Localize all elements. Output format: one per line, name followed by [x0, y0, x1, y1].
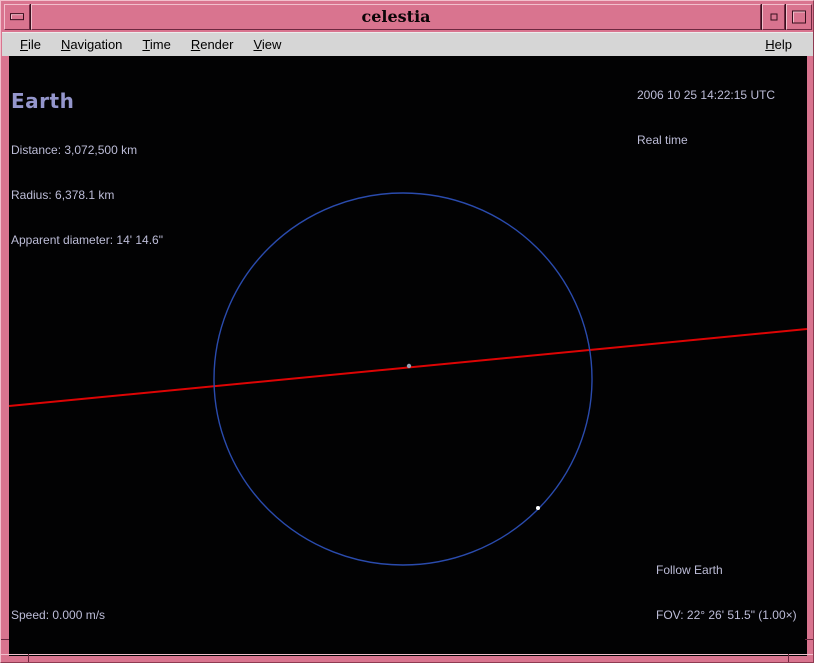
maximize-icon — [792, 11, 806, 24]
earth-marker[interactable] — [407, 364, 411, 368]
resize-handle-left[interactable] — [1, 56, 9, 656]
menu-view[interactable]: View — [243, 35, 291, 54]
menu-render[interactable]: Render — [181, 35, 244, 54]
fov-readout: FOV: 22° 26' 51.5" (1.00×) — [656, 608, 797, 623]
selection-radius: Radius: 6,378.1 km — [11, 188, 163, 203]
titlebar-row: celestia — [4, 4, 812, 30]
frame-notch — [805, 639, 813, 640]
titlebar[interactable]: celestia — [31, 4, 761, 30]
frame-notch — [28, 654, 29, 662]
speed-readout: Speed: 0.000 m/s — [11, 578, 105, 653]
iconify-icon — [770, 14, 777, 21]
selection-info: Earth Distance: 3,072,500 km Radius: 6,3… — [11, 59, 163, 278]
frame-notch — [788, 654, 789, 662]
menu-navigation[interactable]: Navigation — [51, 35, 132, 54]
selection-apparent-diameter: Apparent diameter: 14' 14.6" — [11, 233, 163, 248]
menu-help[interactable]: Help — [755, 35, 802, 54]
resize-handle-bottom[interactable] — [1, 654, 814, 662]
follow-status: Follow Earth — [656, 563, 797, 578]
frame-notch — [1, 639, 9, 640]
time-mode: Real time — [637, 133, 775, 148]
menu-file[interactable]: File — [10, 35, 51, 54]
maximize-button[interactable] — [786, 4, 812, 30]
speed-value: Speed: 0.000 m/s — [11, 608, 105, 623]
moon-orbit-circle — [214, 193, 592, 565]
menu-time[interactable]: Time — [132, 35, 180, 54]
current-datetime: 2006 10 25 14:22:15 UTC — [637, 88, 775, 103]
celestia-window: celestia File Navigation Time Render Vie… — [0, 0, 814, 663]
window-menu-button[interactable] — [4, 4, 30, 30]
menu-bar: File Navigation Time Render View Help — [2, 32, 814, 56]
status-info: Follow Earth FOV: 22° 26' 51.5" (1.00×) — [656, 533, 797, 653]
viewport[interactable]: Earth Distance: 3,072,500 km Radius: 6,3… — [9, 56, 807, 656]
window-title: celestia — [361, 9, 430, 25]
window-menu-icon — [10, 13, 24, 20]
selection-name: Earth — [11, 89, 163, 113]
iconify-button[interactable] — [762, 4, 785, 30]
time-info: 2006 10 25 14:22:15 UTC Real time — [637, 58, 775, 178]
selection-distance: Distance: 3,072,500 km — [11, 143, 163, 158]
moon-dot[interactable] — [536, 506, 540, 510]
resize-handle-right[interactable] — [805, 56, 813, 656]
